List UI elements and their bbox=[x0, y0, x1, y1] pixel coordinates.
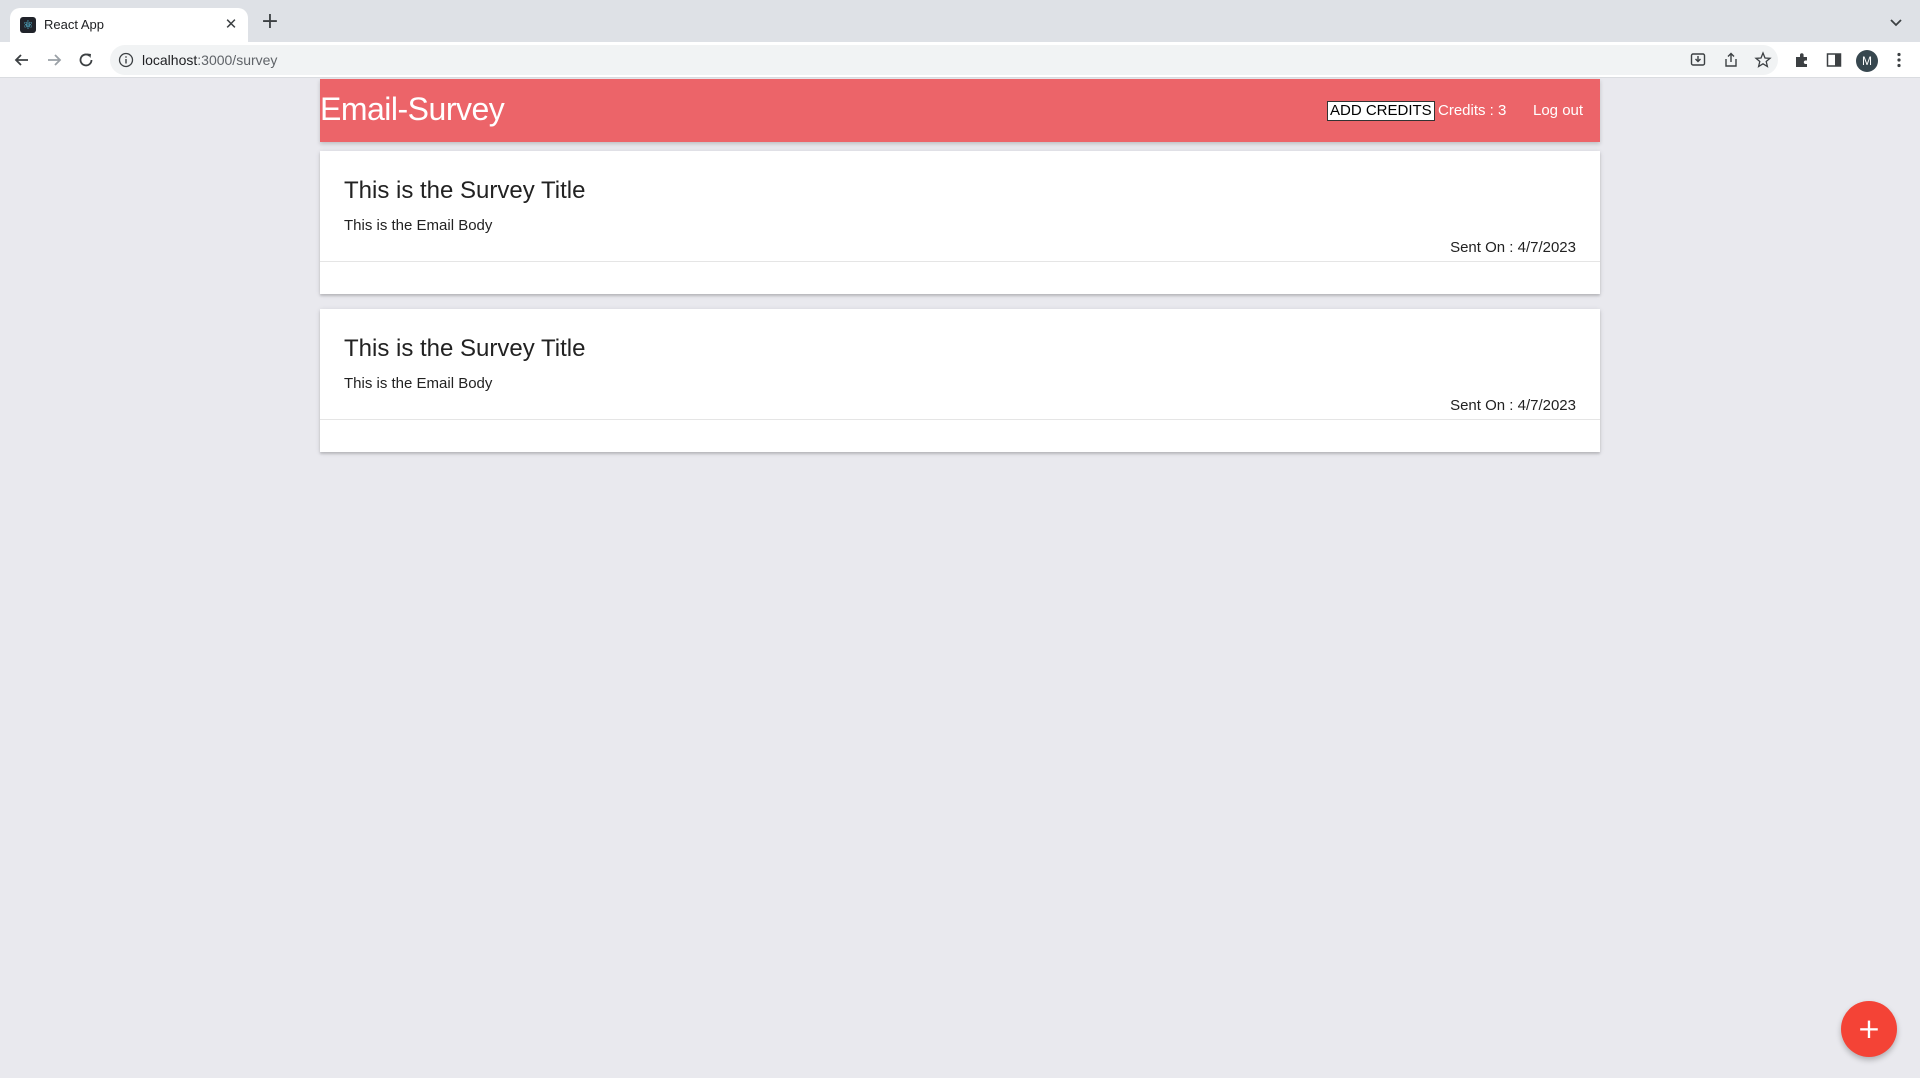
reload-icon[interactable] bbox=[76, 50, 96, 70]
site-info-icon[interactable] bbox=[118, 52, 134, 68]
survey-title: This is the Survey Title bbox=[344, 335, 586, 362]
logout-link[interactable]: Log out bbox=[1533, 102, 1583, 119]
add-survey-button[interactable]: + bbox=[1841, 1001, 1897, 1057]
card-action-divider bbox=[320, 261, 1600, 262]
survey-email-body: This is the Email Body bbox=[344, 375, 493, 392]
card-action-divider bbox=[320, 419, 1600, 420]
credits-count: Credits : 3 bbox=[1438, 102, 1507, 119]
survey-email-body: This is the Email Body bbox=[344, 217, 493, 234]
browser-tab[interactable]: ⚛ React App ✕ bbox=[10, 8, 248, 42]
plus-icon: + bbox=[1857, 1012, 1881, 1045]
tab-title: React App bbox=[44, 17, 104, 32]
survey-card: This is the Survey Title This is the Ema… bbox=[320, 309, 1600, 452]
browser-menu-icon[interactable] bbox=[1890, 51, 1908, 69]
url-text: localhost:3000/survey bbox=[142, 52, 277, 68]
browser-toolbar: localhost:3000/survey M bbox=[0, 42, 1920, 78]
close-tab-icon[interactable]: ✕ bbox=[222, 15, 240, 33]
survey-card: This is the Survey Title This is the Ema… bbox=[320, 151, 1600, 294]
survey-title: This is the Survey Title bbox=[344, 177, 586, 204]
survey-sent-date: Sent On : 4/7/2023 bbox=[1450, 239, 1576, 256]
side-panel-icon[interactable] bbox=[1825, 51, 1843, 69]
extensions-puzzle-icon[interactable] bbox=[1793, 51, 1811, 69]
browser-tabstrip: ⚛ React App ✕ + bbox=[0, 0, 1920, 42]
bookmark-star-icon[interactable] bbox=[1754, 51, 1772, 69]
url-path: :3000/survey bbox=[197, 52, 278, 68]
share-icon[interactable] bbox=[1722, 51, 1740, 69]
add-credits-button[interactable]: ADD CREDITS bbox=[1327, 101, 1435, 121]
tab-search-chevron-icon[interactable] bbox=[1888, 14, 1904, 30]
profile-avatar[interactable]: M bbox=[1856, 50, 1878, 72]
brand-logo[interactable]: Email-Survey bbox=[320, 91, 505, 128]
url-host: localhost bbox=[142, 52, 198, 68]
survey-sent-date: Sent On : 4/7/2023 bbox=[1450, 397, 1576, 414]
back-arrow-icon[interactable] bbox=[12, 50, 32, 70]
address-bar[interactable]: localhost:3000/survey bbox=[110, 45, 1778, 75]
install-app-icon[interactable] bbox=[1689, 51, 1707, 69]
app-navbar: Email-Survey ADD CREDITS Credits : 3 Log… bbox=[320, 79, 1600, 142]
forward-arrow-icon[interactable] bbox=[44, 50, 64, 70]
new-tab-button[interactable]: + bbox=[260, 11, 280, 33]
react-logo-icon: ⚛ bbox=[20, 17, 36, 33]
